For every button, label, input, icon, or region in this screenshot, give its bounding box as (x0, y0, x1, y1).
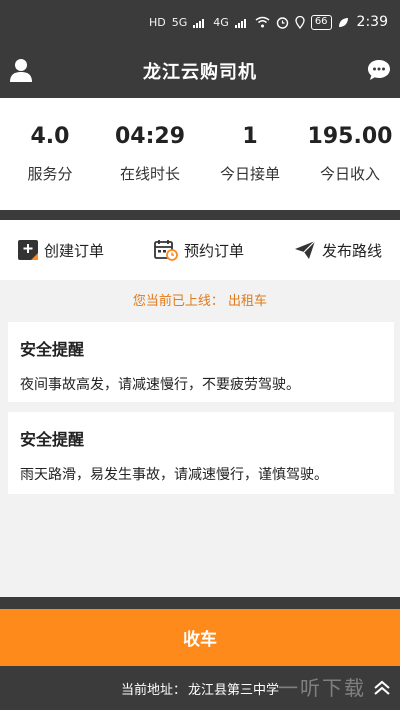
reserve-order-button[interactable]: 预约订单 (154, 239, 244, 261)
stat-value: 4.0 (30, 124, 70, 149)
status-time: 2:39 (356, 14, 388, 30)
section-divider (0, 210, 400, 220)
close-shift-button[interactable]: 收车 (0, 609, 400, 666)
safety-reminder-card: 安全提醒 雨天路滑，易发生事故，请减速慢行，谨慎驾驶。 (8, 412, 394, 494)
stat-value: 04:29 (114, 124, 186, 149)
wifi-icon (255, 16, 270, 28)
chevron-up-icon[interactable] (372, 678, 392, 698)
card-title: 安全提醒 (20, 340, 85, 359)
status-bar: HD 5G 4G 66 2:39 (0, 0, 400, 44)
hd-indicator: HD (149, 15, 166, 29)
online-status: 您当前已上线： 出租车 (132, 293, 268, 309)
bottom-divider (0, 597, 400, 609)
create-order-icon (18, 240, 38, 260)
stat-value: 195.00 (307, 124, 393, 149)
user-icon[interactable] (10, 58, 32, 82)
network-5g-indicator: 5G (171, 15, 188, 29)
battery-indicator: 66 (310, 14, 332, 30)
action-label: 发布路线 (321, 241, 382, 260)
location-icon (295, 15, 305, 29)
card-body: 夜间事故高发，请减速慢行，不要疲劳驾驶。 (20, 377, 300, 393)
action-label: 创建订单 (44, 241, 105, 260)
chat-bubble-icon[interactable] (367, 59, 391, 81)
watermark: 一听下载 (278, 676, 366, 700)
stat-label: 服务分 (27, 165, 73, 183)
action-label: 预约订单 (183, 241, 244, 260)
card-body: 雨天路滑，易发生事故，请减速慢行，谨慎驾驶。 (20, 467, 328, 483)
address-value: 龙江县第三中学 (188, 682, 280, 698)
signal-icon (193, 18, 205, 28)
publish-route-button[interactable]: 发布路线 (294, 240, 382, 261)
paper-plane-icon (294, 240, 316, 259)
alarm-icon (276, 16, 289, 29)
address-label: 当前地址： (120, 682, 186, 698)
stat-label: 今日接单 (219, 165, 280, 183)
network-4g-indicator: 4G (213, 15, 229, 29)
stat-label: 今日收入 (319, 165, 380, 183)
create-order-button[interactable]: 创建订单 (18, 240, 104, 261)
calendar-clock-icon (154, 240, 178, 261)
stat-today-income: 195.00 今日收入 (300, 98, 400, 210)
stats-panel: 4.0 服务分 04:29 在线时长 1 今日接单 195.00 今日收入 (0, 98, 400, 210)
stat-today-orders: 1 今日接单 (200, 98, 300, 210)
safety-reminder-card: 安全提醒 夜间事故高发，请减速慢行，不要疲劳驾驶。 (8, 322, 394, 402)
action-row: 创建订单 预约订单 发布路线 (0, 220, 400, 280)
card-title: 安全提醒 (20, 430, 85, 449)
app-title: 龙江云购司机 (143, 62, 257, 83)
app-header: 龙江云购司机 (0, 44, 400, 98)
signal-icon-2 (234, 18, 246, 28)
stat-online-duration: 04:29 在线时长 (100, 98, 200, 210)
stat-label: 在线时长 (119, 165, 180, 183)
leaf-icon (338, 17, 348, 27)
stat-value: 1 (242, 124, 258, 149)
stat-service-score: 4.0 服务分 (0, 98, 100, 210)
